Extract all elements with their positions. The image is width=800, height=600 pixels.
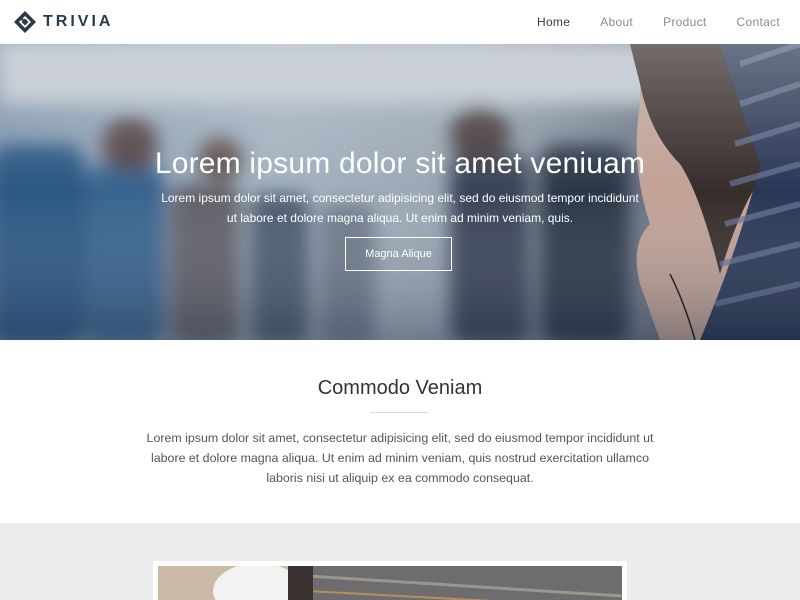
gallery-image-frame [153, 561, 627, 600]
hero-title: Lorem ipsum dolor sit amet veniuam [154, 147, 646, 180]
main-nav: Home About Product Contact [507, 0, 780, 44]
hero-text: Lorem ipsum dolor sit amet, consectetur … [161, 191, 639, 225]
section-text: Lorem ipsum dolor sit amet, consectetur … [146, 431, 654, 485]
section-title: Commodo Veniam [317, 377, 483, 399]
intro-section: Commodo Veniam Lorem ipsum dolor sit ame… [0, 340, 800, 523]
hero-banner: Lorem ipsum dolor sit amet veniuam Lorem… [0, 44, 800, 340]
gallery-image [158, 566, 622, 600]
brand[interactable]: TRIVIA [14, 11, 113, 33]
nav-link-contact[interactable]: Contact [737, 15, 780, 29]
diamond-logo-icon [14, 11, 36, 33]
gallery-section [0, 523, 800, 600]
nav-link-home[interactable]: Home [537, 15, 570, 29]
nav-link-about[interactable]: About [600, 15, 633, 29]
navbar: TRIVIA Home About Product Contact [0, 0, 800, 44]
section-divider [370, 412, 428, 413]
nav-link-product[interactable]: Product [663, 15, 706, 29]
hero-cta-button[interactable]: Magna Alique [345, 237, 452, 271]
brand-name: TRIVIA [43, 13, 114, 30]
